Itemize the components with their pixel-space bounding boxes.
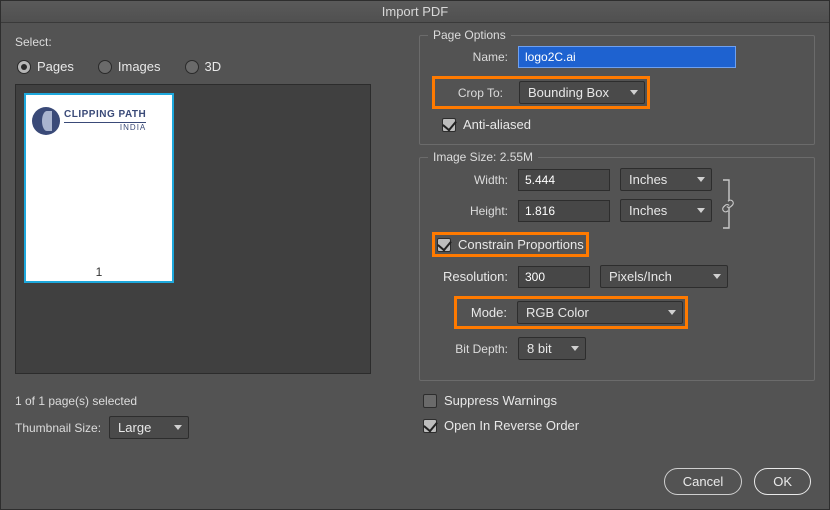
logo-mark-icon: [32, 107, 60, 135]
select-label: Select:: [15, 35, 405, 49]
open-reverse-order-label: Open In Reverse Order: [444, 418, 579, 433]
resolution-unit-select[interactable]: Pixels/Inch: [600, 265, 728, 288]
thumbnail-list[interactable]: CLIPPING PATH INDIA 1: [15, 84, 371, 374]
chevron-down-icon: [697, 177, 705, 182]
suppress-warnings-label: Suppress Warnings: [444, 393, 557, 408]
cancel-button[interactable]: Cancel: [664, 468, 742, 495]
highlight-mode: Mode: RGB Color: [454, 296, 688, 329]
logo-word-3: INDIA: [64, 122, 146, 132]
checkbox-icon: [423, 394, 437, 408]
name-input[interactable]: [518, 46, 736, 68]
chevron-down-icon: [697, 208, 705, 213]
radio-pages-label: Pages: [37, 59, 74, 74]
dialog-import-pdf: Import PDF Select: Pages Images 3D: [0, 0, 830, 510]
radio-pages[interactable]: Pages: [17, 59, 74, 74]
thumbnail-logo: CLIPPING PATH INDIA: [32, 107, 166, 135]
height-unit-value: Inches: [629, 203, 667, 218]
chevron-down-icon: [174, 425, 182, 430]
logo-word-2: PATH: [119, 109, 147, 120]
highlight-crop-to: Crop To: Bounding Box: [432, 76, 650, 109]
bit-depth-label: Bit Depth:: [432, 342, 508, 356]
crop-to-value: Bounding Box: [528, 85, 609, 100]
radio-images[interactable]: Images: [98, 59, 161, 74]
radio-3d-label: 3D: [205, 59, 222, 74]
radio-dot-icon: [185, 60, 199, 74]
image-size-legend: Image Size: 2.55M: [428, 150, 538, 164]
resolution-label: Resolution:: [432, 269, 508, 284]
radio-images-label: Images: [118, 59, 161, 74]
anti-aliased-label: Anti-aliased: [463, 117, 531, 132]
selection-status: 1 of 1 page(s) selected: [15, 394, 405, 408]
constrain-proportions-checkbox[interactable]: Constrain Proportions: [437, 237, 584, 252]
thumbnail-page-1[interactable]: CLIPPING PATH INDIA 1: [24, 93, 174, 283]
chevron-down-icon: [668, 310, 676, 315]
mode-label: Mode:: [459, 305, 507, 320]
chevron-down-icon: [630, 90, 638, 95]
constrain-label: Constrain Proportions: [458, 237, 584, 252]
height-input[interactable]: [518, 200, 610, 222]
checkbox-icon: [442, 118, 456, 132]
crop-to-label: Crop To:: [437, 86, 503, 100]
radio-3d[interactable]: 3D: [185, 59, 222, 74]
thumbnail-page-number: 1: [26, 265, 172, 279]
width-unit-select[interactable]: Inches: [620, 168, 712, 191]
dialog-title: Import PDF: [1, 1, 829, 23]
thumbnail-size-value: Large: [118, 420, 151, 435]
width-label: Width:: [432, 173, 508, 187]
chevron-down-icon: [571, 346, 579, 351]
bit-depth-value: 8 bit: [527, 341, 552, 356]
height-unit-select[interactable]: Inches: [620, 199, 712, 222]
chevron-down-icon: [713, 274, 721, 279]
suppress-warnings-checkbox[interactable]: Suppress Warnings: [423, 393, 815, 408]
anti-aliased-checkbox[interactable]: Anti-aliased: [442, 117, 802, 132]
mode-select[interactable]: RGB Color: [517, 301, 683, 324]
resolution-input[interactable]: [518, 266, 590, 288]
checkbox-icon: [423, 419, 437, 433]
highlight-constrain: Constrain Proportions: [432, 232, 589, 257]
page-options-legend: Page Options: [428, 28, 511, 42]
page-options-group: Page Options Name: Crop To: Bounding Box: [419, 35, 815, 145]
radio-dot-icon: [17, 60, 31, 74]
thumbnail-size-select[interactable]: Large: [109, 416, 189, 439]
link-icon: [720, 198, 736, 214]
open-reverse-order-checkbox[interactable]: Open In Reverse Order: [423, 418, 815, 433]
ok-button[interactable]: OK: [754, 468, 811, 495]
width-input[interactable]: [518, 169, 610, 191]
thumbnail-size-label: Thumbnail Size:: [15, 421, 101, 435]
width-unit-value: Inches: [629, 172, 667, 187]
mode-value: RGB Color: [526, 305, 589, 320]
resolution-unit-value: Pixels/Inch: [609, 269, 672, 284]
crop-to-select[interactable]: Bounding Box: [519, 81, 645, 104]
bit-depth-select[interactable]: 8 bit: [518, 337, 586, 360]
height-label: Height:: [432, 204, 508, 218]
name-label: Name:: [432, 50, 508, 64]
link-dimensions[interactable]: [720, 176, 736, 214]
logo-word-1: CLIPPING: [64, 109, 115, 120]
image-size-group: Image Size: 2.55M Width: Inches He: [419, 157, 815, 381]
radio-dot-icon: [98, 60, 112, 74]
checkbox-icon: [437, 238, 451, 252]
